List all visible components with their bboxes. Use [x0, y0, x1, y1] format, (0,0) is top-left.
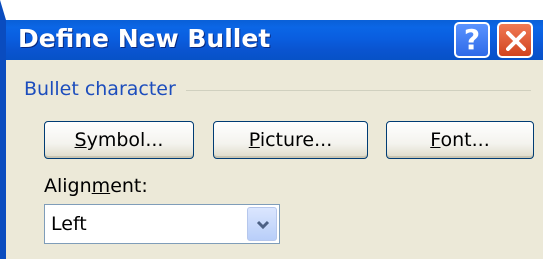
group-divider [186, 90, 531, 91]
define-new-bullet-dialog: Define New Bullet ? Bullet character Sym… [0, 0, 543, 259]
font-button[interactable]: Font... [386, 121, 534, 159]
picture-button-label: icture... [259, 129, 333, 151]
alignment-label-post: ent: [110, 175, 148, 197]
title-bar[interactable]: Define New Bullet ? [0, 0, 543, 60]
help-icon: ? [463, 23, 481, 56]
font-button-accel: F [430, 129, 441, 151]
picture-button-accel: P [248, 129, 260, 151]
alignment-label-pre: Align [44, 175, 92, 197]
alignment-selected-value: Left [51, 213, 87, 235]
dialog-title: Define New Bullet [18, 24, 271, 53]
chevron-down-icon [256, 220, 270, 230]
close-icon [506, 31, 526, 51]
picture-button[interactable]: Picture... [213, 121, 368, 159]
alignment-select[interactable]: Left [44, 204, 280, 244]
alignment-label-accel: m [91, 175, 111, 197]
alignment-label: Alignment: [44, 175, 148, 197]
symbol-button[interactable]: Symbol... [44, 121, 194, 159]
symbol-button-accel: S [74, 129, 87, 151]
dropdown-button[interactable] [247, 207, 277, 241]
font-button-label: ont... [440, 129, 490, 151]
bullet-character-group-label: Bullet character [24, 78, 176, 100]
dialog-body: Bullet character Symbol... Picture... Fo… [0, 60, 543, 259]
symbol-button-label: ymbol... [86, 129, 164, 151]
close-button[interactable] [497, 22, 533, 58]
help-button[interactable]: ? [454, 22, 490, 58]
